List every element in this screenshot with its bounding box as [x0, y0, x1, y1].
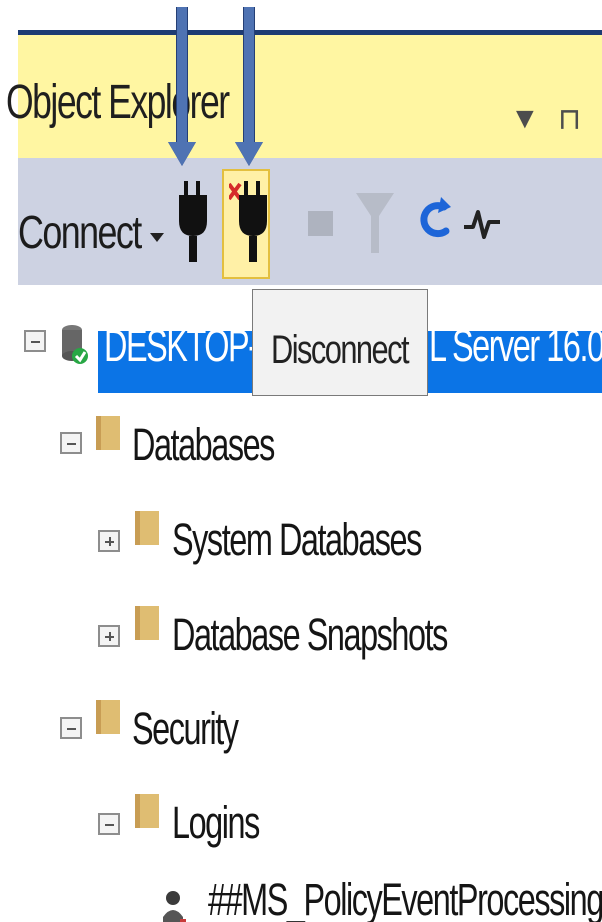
expand-database-snapshots-icon[interactable]	[98, 625, 120, 647]
collapse-server-icon[interactable]	[24, 330, 46, 352]
collapse-databases-icon[interactable]	[60, 432, 82, 454]
folder-icon	[135, 511, 159, 545]
connect-plug-icon[interactable]	[176, 181, 210, 263]
folder-icon	[96, 700, 120, 734]
object-explorer-title-bar: Object Explorer ▼ ⊓ ×	[6, 35, 602, 159]
folder-icon	[135, 606, 159, 640]
refresh-icon[interactable]	[417, 195, 451, 249]
collapse-logins-icon[interactable]	[98, 813, 120, 835]
disconnect-tooltip-text: Disconnect	[271, 328, 410, 372]
stop-icon[interactable]	[308, 211, 334, 237]
object-explorer-screenshot: Object Explorer ▼ ⊓ × Connect	[0, 0, 602, 922]
tree-item-databases[interactable]: Databases	[0, 401, 602, 473]
window-options-dropdown-icon[interactable]: ▼	[510, 102, 540, 136]
object-explorer-title: Object Explorer	[6, 76, 230, 129]
policy-login-label: ##MS_PolicyEventProcessingL	[208, 874, 602, 922]
filter-icon[interactable]	[354, 191, 396, 255]
databases-label: Databases	[132, 419, 275, 470]
tree-item-system-databases[interactable]: System Databases	[0, 496, 602, 568]
disconnect-icon[interactable]	[229, 181, 267, 263]
connect-dropdown-button[interactable]: Connect	[18, 205, 142, 259]
folder-icon	[96, 416, 120, 450]
pointer-arrow-shaft	[176, 7, 188, 144]
collapse-security-icon[interactable]	[60, 717, 82, 739]
system-databases-label: System Databases	[172, 514, 422, 565]
activity-monitor-icon[interactable]	[464, 200, 500, 245]
database-snapshots-label: Database Snapshots	[172, 609, 448, 660]
server-label-left: DESKTOP-2	[104, 320, 276, 371]
server-label-right: L Server 16.0.	[429, 320, 602, 371]
server-database-icon	[62, 325, 88, 364]
pointer-arrow-head	[235, 142, 263, 166]
tree-item-logins[interactable]: Logins	[0, 779, 602, 851]
object-explorer-toolbar: Connect	[18, 158, 602, 286]
pointer-arrow-shaft	[243, 7, 255, 144]
chevron-down-icon[interactable]	[150, 233, 164, 242]
logins-label: Logins	[172, 797, 260, 848]
tree-item-database-snapshots[interactable]: Database Snapshots	[0, 591, 602, 663]
pin-icon[interactable]: ⊓	[558, 102, 581, 137]
security-label: Security	[132, 703, 239, 754]
folder-icon	[135, 794, 159, 828]
login-user-icon	[163, 891, 186, 922]
expand-system-databases-icon[interactable]	[98, 530, 120, 552]
disconnect-tooltip: Disconnect	[252, 289, 428, 396]
tree-item-security[interactable]: Security	[0, 685, 602, 757]
pointer-arrow-head	[168, 142, 196, 166]
